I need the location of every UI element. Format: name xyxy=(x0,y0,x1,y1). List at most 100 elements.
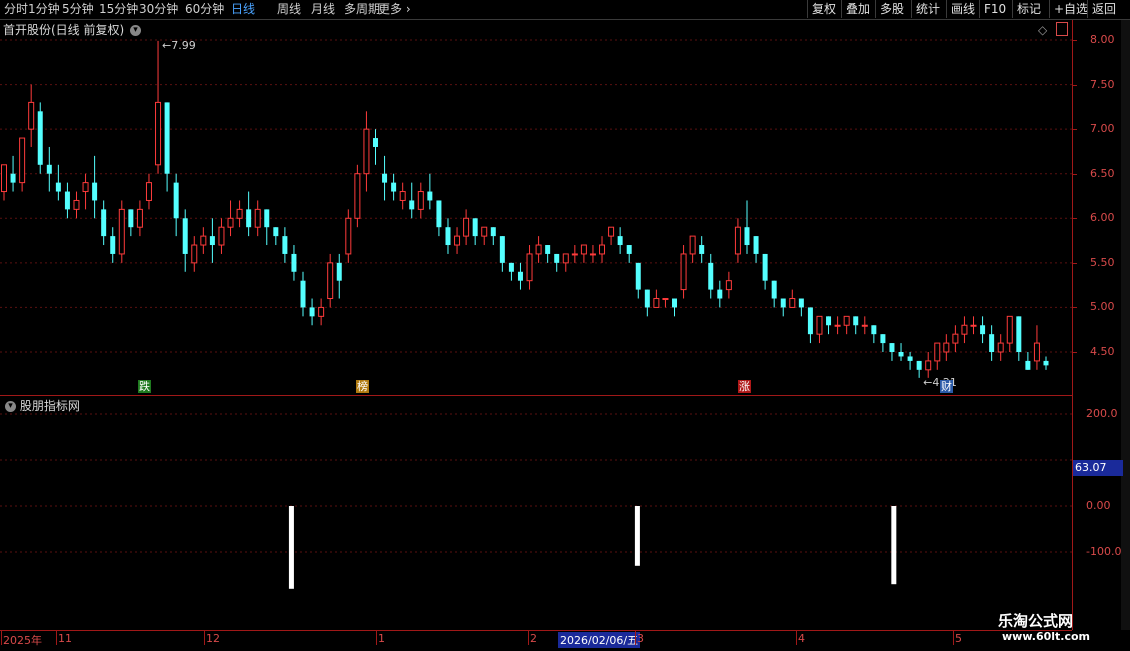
candle xyxy=(19,137,26,192)
candle-body xyxy=(472,218,478,237)
candle xyxy=(889,343,895,361)
candle-body xyxy=(382,173,388,183)
toolbar-button-1[interactable]: 叠加 xyxy=(841,0,874,18)
candle xyxy=(989,325,995,361)
candle xyxy=(662,298,669,308)
candle-body xyxy=(19,137,26,184)
candle-body xyxy=(889,343,895,352)
candle xyxy=(409,182,415,219)
candle xyxy=(508,262,514,281)
toolbar-button-2[interactable]: 多股 xyxy=(875,0,908,18)
candle-body xyxy=(798,298,804,308)
candle-body xyxy=(92,182,98,201)
event-marker-0[interactable]: 跌 xyxy=(138,380,151,393)
candle xyxy=(318,298,325,326)
tab-10[interactable]: 更多 › xyxy=(378,2,411,17)
candle xyxy=(807,307,813,344)
tab-0[interactable]: 分时 xyxy=(4,2,28,17)
candle-body xyxy=(861,324,868,327)
candle xyxy=(680,245,687,299)
candle xyxy=(345,209,352,263)
tab-7[interactable]: 周线 xyxy=(277,2,301,17)
candle-body xyxy=(309,307,315,317)
candle-body xyxy=(626,245,632,254)
candle-body xyxy=(282,236,288,254)
candle xyxy=(282,227,288,263)
candle xyxy=(1025,352,1031,370)
tab-8[interactable]: 月线 xyxy=(311,2,335,17)
event-marker-2[interactable]: 涨 xyxy=(738,380,751,393)
candle-body xyxy=(589,253,596,256)
candle xyxy=(110,227,116,263)
candle-body xyxy=(617,236,623,246)
candle xyxy=(354,164,361,228)
candle xyxy=(363,111,370,192)
candle-body xyxy=(227,217,234,228)
event-marker-1[interactable]: 榜 xyxy=(356,380,369,393)
candle xyxy=(689,235,696,263)
price-chart[interactable]: ←7.99←4.21 xyxy=(0,20,1072,396)
candle xyxy=(517,262,523,290)
tab-3[interactable]: 15分钟 xyxy=(99,2,138,17)
toolbar-button-8[interactable]: 返回 xyxy=(1087,0,1120,18)
candle xyxy=(1006,315,1013,352)
candle xyxy=(64,182,70,219)
candle-body xyxy=(780,298,786,308)
candle xyxy=(417,182,424,219)
candle-body xyxy=(970,324,977,327)
candle-body xyxy=(445,227,451,246)
candle xyxy=(898,343,904,361)
toolbar-button-7[interactable]: +自选 xyxy=(1049,0,1092,18)
candle-body xyxy=(535,244,542,255)
candle xyxy=(200,227,207,254)
candle-body xyxy=(1025,360,1031,370)
candle xyxy=(118,200,125,263)
candle-body xyxy=(680,253,687,291)
tab-5[interactable]: 60分钟 xyxy=(185,2,224,17)
candle xyxy=(717,280,723,308)
candle-body xyxy=(454,235,461,246)
candle xyxy=(916,360,922,378)
candle xyxy=(589,245,596,263)
indicator-chart[interactable] xyxy=(0,396,1072,630)
price-tick xyxy=(1072,307,1077,309)
tab-6[interactable]: 日线 xyxy=(231,2,255,17)
candle-body xyxy=(372,138,378,147)
date-tick xyxy=(1,631,2,645)
tab-9[interactable]: 多周期 xyxy=(344,2,380,17)
candle-body xyxy=(463,217,470,237)
candle-body xyxy=(771,280,777,299)
event-marker-3[interactable]: 财 xyxy=(940,380,953,393)
candle xyxy=(653,289,660,308)
candle-body xyxy=(554,253,560,263)
current-value-badge: 63.07 xyxy=(1073,460,1123,476)
candle-body xyxy=(980,325,986,335)
candle-body xyxy=(526,253,533,282)
candle xyxy=(725,271,732,299)
candle-body xyxy=(490,227,496,237)
candle-body xyxy=(753,236,759,254)
toolbar-button-0[interactable]: 复权 xyxy=(807,0,840,18)
candle xyxy=(55,164,61,201)
candle xyxy=(526,245,533,290)
candle xyxy=(580,244,587,263)
candle xyxy=(608,226,615,246)
candle-body xyxy=(399,191,406,201)
candle-body xyxy=(843,315,850,326)
candle xyxy=(771,280,777,308)
candle-body xyxy=(789,298,796,308)
toolbar-button-3[interactable]: 统计 xyxy=(911,0,944,18)
candle xyxy=(454,227,461,254)
tab-2[interactable]: 5分钟 xyxy=(62,2,94,17)
toolbar-button-6[interactable]: 标记 xyxy=(1012,0,1045,18)
tab-1[interactable]: 1分钟 xyxy=(28,2,60,17)
candle xyxy=(164,102,170,192)
date-label: 4 xyxy=(798,632,805,645)
candle xyxy=(617,227,623,254)
toolbar-button-4[interactable]: 画线 xyxy=(946,0,979,18)
candle-body xyxy=(952,333,959,344)
tab-4[interactable]: 30分钟 xyxy=(139,2,178,17)
toolbar-button-5[interactable]: F10 xyxy=(979,0,1010,18)
indicator-tick-label: 200.0 xyxy=(1086,407,1118,420)
candle-body xyxy=(571,253,578,256)
